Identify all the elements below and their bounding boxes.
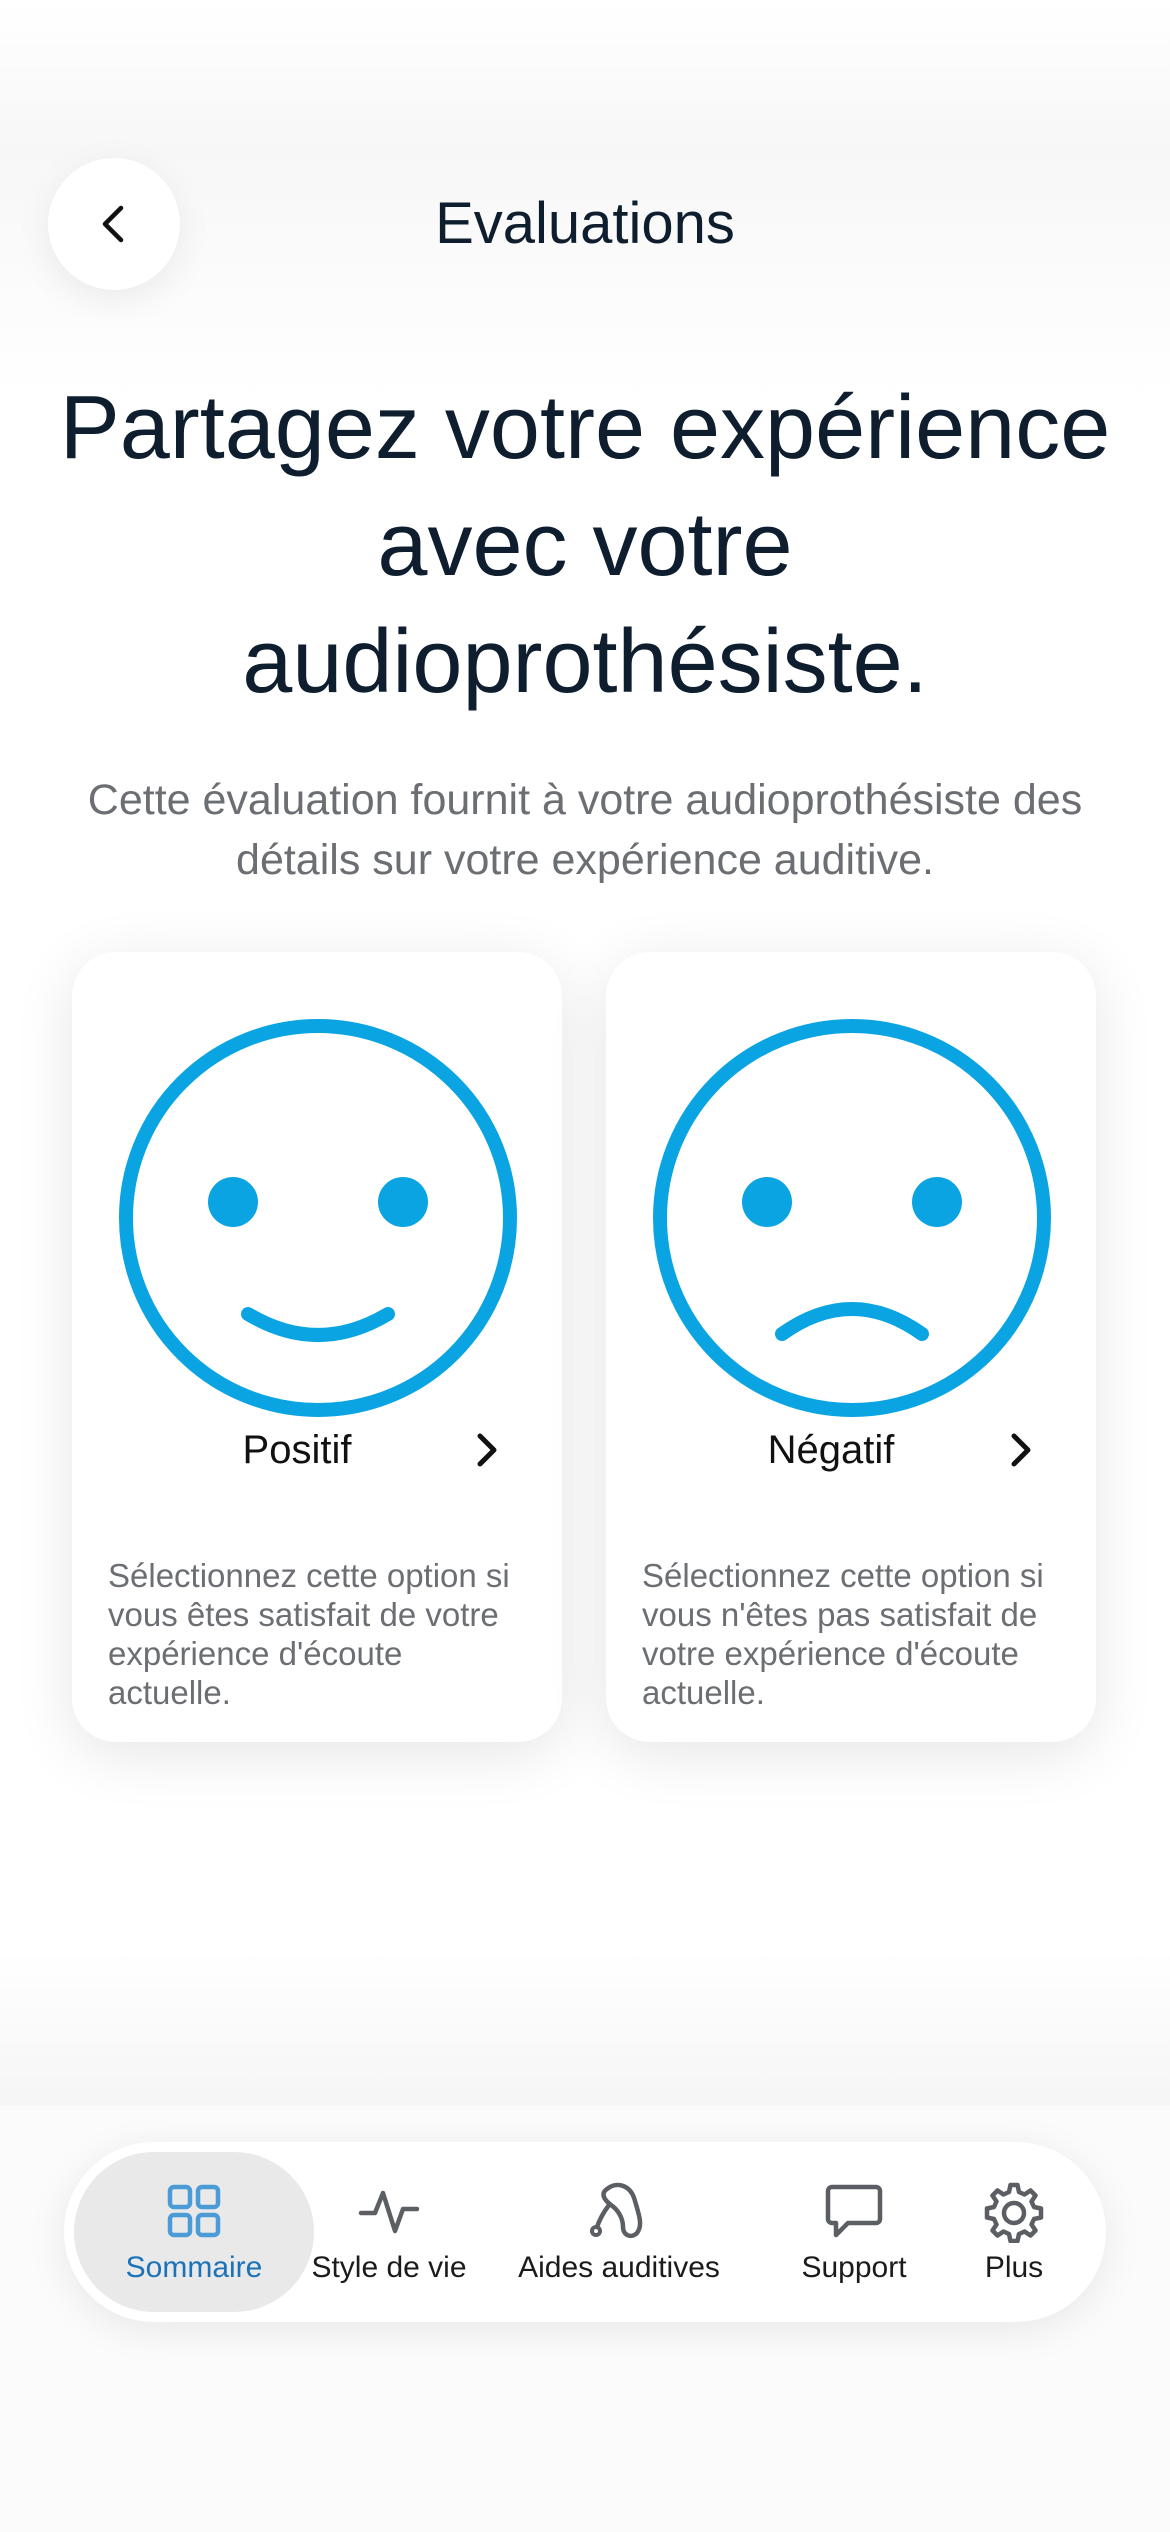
- negative-option-card[interactable]: Négatif Sélectionnez cette option si vou…: [606, 952, 1096, 1742]
- tab-label: Aides auditives: [518, 2251, 720, 2284]
- chat-bubble-icon: [825, 2184, 883, 2238]
- tab-support[interactable]: Support: [764, 2142, 944, 2322]
- smiley-happy-icon: [119, 1019, 517, 1417]
- tab-label: Sommaire: [125, 2251, 263, 2284]
- grid-icon: [167, 2184, 221, 2238]
- tab-plus[interactable]: Plus: [944, 2142, 1084, 2322]
- chevron-right-icon: [477, 1433, 497, 1467]
- tab-sommaire[interactable]: Sommaire: [74, 2142, 314, 2322]
- gear-icon: [984, 2182, 1044, 2243]
- chevron-right-icon: [1011, 1433, 1031, 1467]
- smiley-sad-icon: [653, 1019, 1051, 1417]
- tab-style-de-vie[interactable]: Style de vie: [294, 2142, 484, 2322]
- headline: Partagez votre expérience avec votre aud…: [59, 378, 1111, 712]
- hearing-aid-icon: [590, 2182, 643, 2239]
- tab-aides-auditives[interactable]: Aides auditives: [494, 2142, 744, 2322]
- positive-option-card[interactable]: Positif Sélectionnez cette option si vou…: [72, 952, 562, 1742]
- tab-label: Plus: [984, 2251, 1044, 2284]
- subtext: Cette évaluation fournit à votre audiopr…: [87, 776, 1083, 884]
- page-title: Evaluations: [435, 191, 735, 256]
- tab-label: Support: [801, 2251, 907, 2284]
- negative-option-description: Sélectionnez cette option si vous n'êtes…: [642, 1557, 1044, 1711]
- tab-label: Style de vie: [311, 2251, 467, 2284]
- positive-option-description: Sélectionnez cette option si vous êtes s…: [108, 1557, 510, 1711]
- bottom-tab-bar: Sommaire Style de vie Aides auditives Su…: [64, 2142, 1106, 2322]
- activity-icon: [358, 2190, 420, 2234]
